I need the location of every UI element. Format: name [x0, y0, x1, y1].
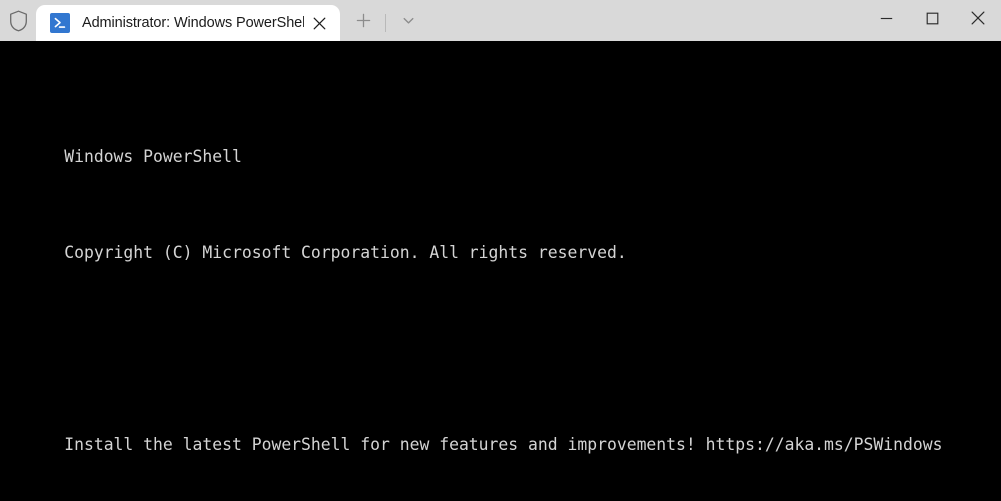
tab-close-icon[interactable]	[304, 8, 334, 38]
minimize-icon	[880, 12, 893, 30]
powershell-icon	[50, 13, 70, 33]
chevron-down-icon	[401, 13, 416, 33]
notice-text: Install the latest PowerShell for new fe…	[64, 435, 943, 454]
shield-icon	[0, 0, 36, 41]
tab-dropdown-button[interactable]	[391, 8, 425, 38]
new-tab-button[interactable]	[346, 8, 380, 38]
tab-administrator-windows-powershell[interactable]: Administrator: Windows PowerShell	[36, 5, 340, 41]
maximize-button[interactable]	[909, 0, 955, 41]
close-button[interactable]	[955, 0, 1001, 41]
minimize-button[interactable]	[863, 0, 909, 41]
tabbar-divider	[385, 14, 386, 32]
powershell-window: Administrator: Windows PowerShell Window…	[0, 0, 1001, 501]
tabbar-actions	[340, 5, 425, 41]
output-blank-line-1	[5, 313, 1001, 337]
header-text-1: Windows PowerShell	[64, 147, 242, 166]
window-controls	[863, 0, 1001, 41]
tab-title: Administrator: Windows PowerShell	[82, 15, 304, 31]
output-line-notice: Install the latest PowerShell for new fe…	[5, 409, 1001, 481]
terminal-output[interactable]: Windows PowerShell Copyright (C) Microso…	[0, 41, 1001, 501]
header-text-2: Copyright (C) Microsoft Corporation. All…	[64, 243, 627, 262]
output-line-header-1: Windows PowerShell	[5, 121, 1001, 166]
titlebar: Administrator: Windows PowerShell	[0, 0, 1001, 41]
output-line-header-2: Copyright (C) Microsoft Corporation. All…	[5, 217, 1001, 262]
close-icon	[971, 11, 985, 30]
plus-icon	[356, 13, 371, 33]
maximize-icon	[926, 12, 939, 30]
